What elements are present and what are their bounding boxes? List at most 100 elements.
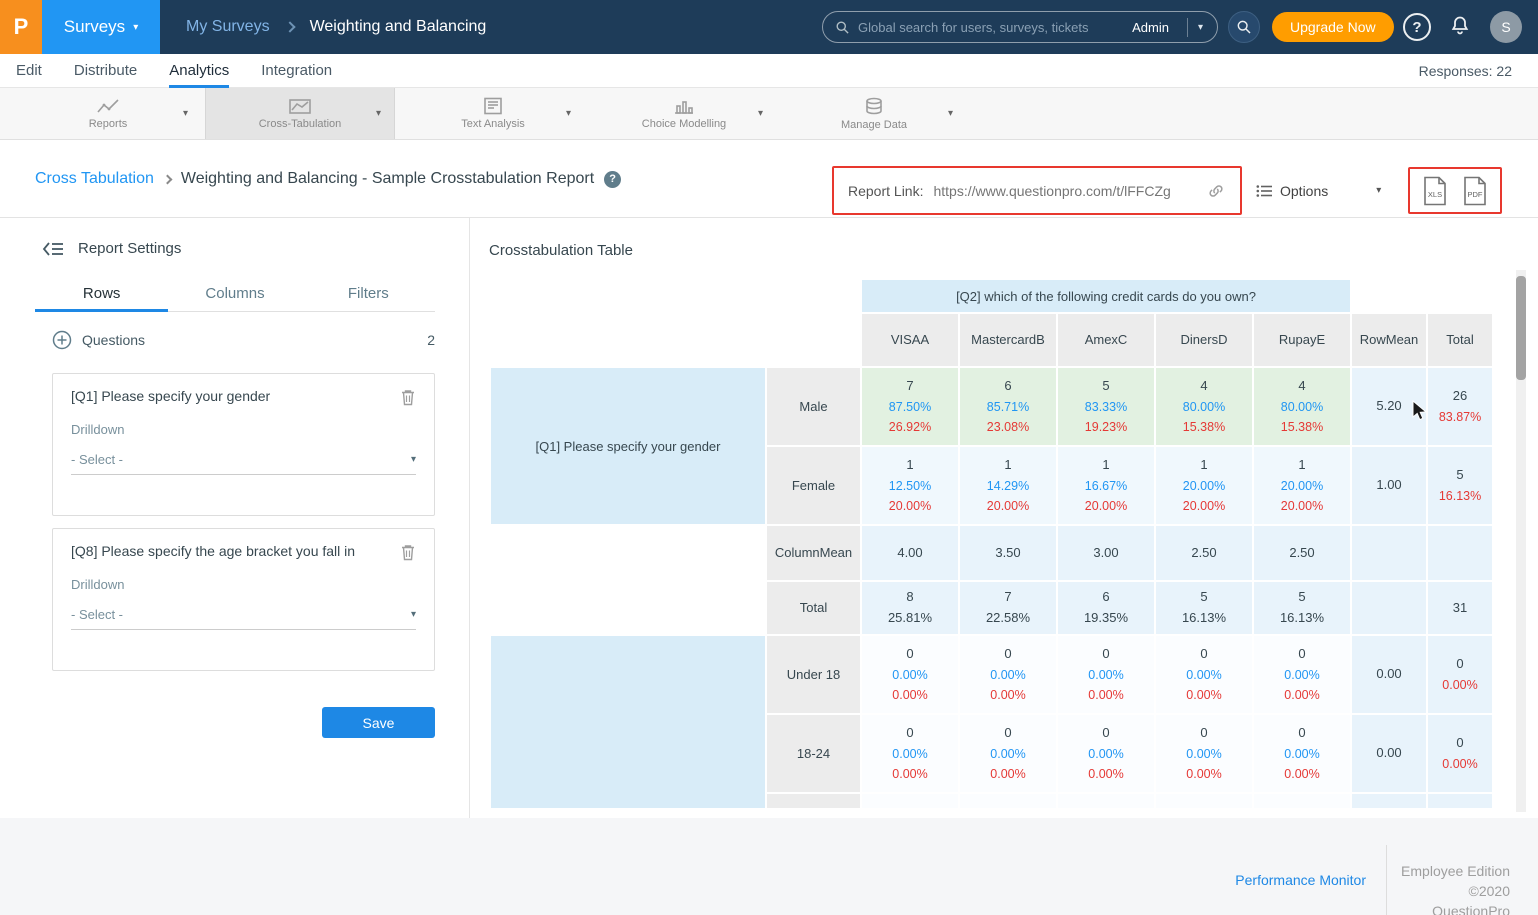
toolbar-cross-tabulation-caret[interactable]: ▾ (376, 108, 381, 119)
tab-columns[interactable]: Columns (168, 281, 301, 312)
xtab-value: 16.67% (1058, 476, 1154, 496)
page-footer: Performance Monitor Employee Edition ©20… (0, 818, 1538, 915)
xtab-value: 0.00 (1352, 743, 1426, 764)
xtab-value: 16.13% (1156, 608, 1252, 629)
xtab-value: 0 (1254, 723, 1350, 744)
breadcrumb-my-surveys[interactable]: My Surveys (186, 18, 270, 36)
xtab-value: 26 (1428, 386, 1492, 407)
help-button[interactable]: ? (1403, 13, 1431, 41)
cross-tabulation-link[interactable]: Cross Tabulation (35, 170, 154, 188)
xtab-value: 4.00 (862, 543, 958, 564)
crosstab-table: [Q2] which of the following credit cards… (489, 278, 1494, 808)
xtab-value: Mean (820, 545, 853, 560)
report-link-url[interactable]: https://www.questionpro.com/t/lFFCZg (933, 183, 1196, 199)
xtab-cell: 685.71%23.08% (960, 368, 1056, 445)
help-glyph: ? (609, 173, 616, 185)
xtab-cell: 3.50 (960, 526, 1056, 580)
xtab-value: 0 (1428, 654, 1492, 675)
xtab-value: 0 (862, 644, 958, 665)
options-label: Options (1280, 183, 1328, 199)
delete-question-button[interactable] (400, 543, 416, 561)
notifications-button[interactable] (1448, 14, 1474, 40)
nav-tab-analytics[interactable]: Analytics (169, 54, 229, 88)
tab-rows[interactable]: Rows (35, 281, 168, 312)
chevron-down-icon: ▾ (948, 108, 953, 119)
crosstab-area: Crosstabulation Table [Q2] which of the … (470, 218, 1538, 818)
options-dropdown[interactable]: Options ▾ (1256, 166, 1381, 215)
export-xls-button[interactable]: XLS (1422, 176, 1448, 206)
toolbar-text-analysis-caret[interactable]: ▾ (566, 108, 571, 119)
upgrade-now-button[interactable]: Upgrade Now (1272, 12, 1394, 42)
performance-monitor-link[interactable]: Performance Monitor (1235, 872, 1366, 888)
toolbar-choice-modelling[interactable]: Choice Modelling (600, 88, 768, 139)
toolbar-reports-caret[interactable]: ▾ (183, 108, 188, 119)
settings-panel-title: Report Settings (78, 240, 181, 257)
xtab-value: 19.23% (1058, 417, 1154, 437)
xtab-value: B (1036, 332, 1045, 347)
toolbar-choice-modelling-caret[interactable]: ▾ (758, 108, 763, 119)
nav-tab-edit[interactable]: Edit (16, 54, 42, 88)
report-help-icon[interactable]: ? (604, 171, 621, 188)
question-card-q8: [Q8] Please specify the age bracket you … (52, 528, 435, 671)
vertical-scrollbar[interactable] (1516, 270, 1526, 812)
xtab-value: 0.00% (862, 744, 958, 764)
export-pdf-button[interactable]: PDF (1462, 176, 1488, 206)
nav-tab-integration[interactable]: Integration (261, 54, 332, 88)
drilldown-label: Drilldown (71, 422, 416, 437)
xtab-total-row: Total825.81%722.58%619.35%516.13%516.13%… (491, 582, 1492, 634)
xtab-cell: 120.00%20.00% (1156, 447, 1252, 524)
xtab-cell: 00.00%0.00% (862, 715, 958, 792)
toolbar-choice-modelling-label: Choice Modelling (642, 118, 726, 130)
product-menu-surveys[interactable]: Surveys ▾ (42, 0, 160, 54)
xtab-value: 15.38% (1254, 417, 1350, 437)
xtab-value: 0 (1254, 644, 1350, 665)
scrollbar-thumb[interactable] (1516, 276, 1526, 380)
nav-tab-distribute[interactable]: Distribute (74, 54, 137, 88)
search-input[interactable] (858, 20, 1124, 35)
xtab-value: 80.00% (1254, 397, 1350, 417)
edition-block: Employee Edition ©2020 QuestionPro (1386, 845, 1538, 915)
survey-nav: Edit Distribute Analytics Integration Re… (0, 54, 1538, 88)
tab-filters[interactable]: Filters (302, 281, 435, 312)
xtab-value: 3.00 (1058, 543, 1154, 564)
chevron-down-icon: ▾ (183, 108, 188, 119)
user-avatar[interactable]: S (1490, 11, 1522, 43)
brand-logo[interactable]: P (0, 0, 42, 54)
xtab-cell: 722.58% (960, 582, 1056, 634)
toolbar-reports[interactable]: Reports (28, 88, 188, 139)
drilldown-select[interactable]: - Select - ▾ (71, 600, 416, 630)
xtab-cell: 112.50%20.00% (862, 447, 958, 524)
xtab-row-label: 18-24 (767, 715, 860, 792)
save-button[interactable]: Save (322, 707, 435, 738)
svg-text:XLS: XLS (1428, 190, 1442, 199)
xtab-value: 7 (960, 587, 1056, 608)
global-search[interactable]: Admin ▾ (822, 11, 1218, 43)
xtab-row-total-cell: 2683.87% (1428, 368, 1492, 445)
delete-question-button[interactable] (400, 388, 416, 406)
search-submit-button[interactable] (1228, 11, 1260, 43)
analytics-toolbar: Reports ▾ Cross-Tabulation ▾ Text Analys… (0, 88, 1538, 140)
toolbar-manage-data[interactable]: Manage Data (790, 88, 958, 139)
xtab-cell: 2.50 (1156, 526, 1252, 580)
drilldown-select[interactable]: - Select - ▾ (71, 445, 416, 475)
xtab-cell: 480.00%15.38% (1156, 368, 1252, 445)
xtab-value: D (1218, 332, 1227, 347)
xtab-value: 14.29% (960, 476, 1056, 496)
link-icon[interactable] (1206, 181, 1226, 201)
toolbar-cross-tabulation[interactable]: Cross-Tabulation (205, 88, 395, 139)
collapse-panel-icon[interactable] (42, 241, 64, 257)
xtab-cell: 516.13% (1156, 582, 1252, 634)
xtab-value: 0.00% (1156, 764, 1252, 784)
xtab-row-total-cell: 00.00% (1428, 636, 1492, 713)
add-question-button[interactable] (52, 330, 72, 350)
column-header: DinersD (1156, 314, 1252, 366)
chevron-down-icon: ▾ (566, 108, 571, 119)
search-scope-dropdown[interactable]: ▾ (1187, 18, 1205, 37)
toolbar-text-analysis[interactable]: Text Analysis (410, 88, 576, 139)
xtab-group-header: [Q1] Please specify your gender (491, 368, 765, 524)
database-icon (864, 97, 884, 116)
toolbar-cross-tabulation-label: Cross-Tabulation (259, 118, 342, 130)
product-menu-label: Surveys (64, 17, 125, 37)
toolbar-manage-data-caret[interactable]: ▾ (948, 108, 953, 119)
xtab-value: 87.50% (862, 397, 958, 417)
